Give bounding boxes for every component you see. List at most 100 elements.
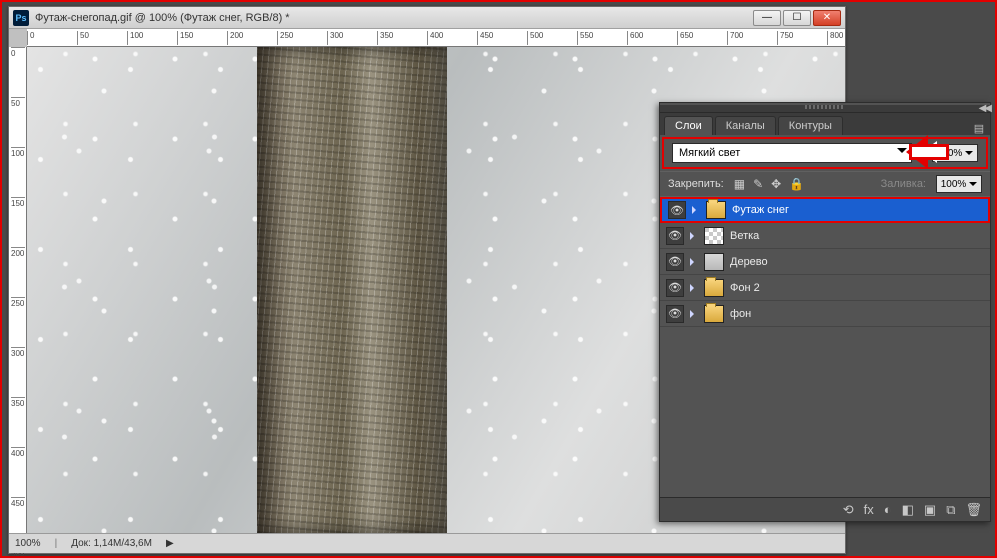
layer-name: фон: [730, 308, 751, 320]
blend-opacity-row: Мягкий свет 100%: [662, 137, 988, 169]
ruler-tick: 100: [127, 31, 143, 45]
panel-tabs: СлоиКаналыКонтуры ▤: [660, 113, 990, 135]
panel-action-icon[interactable]: fx: [864, 502, 874, 517]
ruler-tick: 650: [677, 31, 693, 45]
photoshop-icon: Ps: [13, 10, 29, 26]
maximize-button[interactable]: ☐: [783, 10, 811, 26]
disclosure-triangle-icon[interactable]: [690, 310, 698, 318]
ruler-tick: 500: [527, 31, 543, 45]
ruler-tick: 600: [627, 31, 643, 45]
visibility-toggle[interactable]: 👁: [666, 253, 684, 271]
lock-label: Закрепить:: [668, 178, 724, 190]
ruler-tick: 450: [477, 31, 493, 45]
layer-name: Футаж снег: [732, 204, 789, 216]
ruler-tick: 250: [11, 297, 25, 308]
panel-action-icon[interactable]: ◧: [902, 502, 914, 518]
status-docsize: Док: 1,14M/43,6M: [71, 538, 152, 549]
chevron-down-icon: [897, 148, 907, 158]
layer-row[interactable]: 👁 Футаж снег: [660, 197, 990, 223]
layer-list: 👁 Футаж снег 👁 Ветка 👁 Дерево 👁 Фон 2 👁 фон: [660, 196, 990, 327]
ruler-tick: 450: [11, 497, 25, 508]
panel-spacer: [660, 327, 990, 497]
disclosure-triangle-icon[interactable]: [692, 206, 700, 214]
disclosure-triangle-icon[interactable]: [690, 232, 698, 240]
panel-bottom-bar: ⟲ fx ◐ ◧ ▣ ⧉ 🗑: [660, 497, 990, 521]
ruler-tick: 0: [11, 47, 25, 58]
ruler-tick: 200: [227, 31, 243, 45]
chevron-down-icon: [969, 182, 977, 190]
panel-menu-icon[interactable]: ▤: [968, 122, 990, 135]
panel-action-icon[interactable]: ⧉: [946, 502, 955, 518]
tree-trunk-graphic: [257, 47, 447, 533]
lock-row: Закрепить: ▦ ✎ ✥ 🔒 Заливка: 100%: [660, 171, 990, 196]
ruler-tick: 700: [727, 31, 743, 45]
ruler-tick: 350: [377, 31, 393, 45]
blend-mode-select[interactable]: Мягкий свет: [672, 143, 912, 163]
tab-Каналы[interactable]: Каналы: [715, 116, 776, 135]
ruler-tick: 50: [77, 31, 89, 45]
layer-row[interactable]: 👁 Фон 2: [660, 275, 990, 301]
ruler-tick: 200: [11, 247, 25, 258]
ruler-tick: 400: [11, 447, 25, 458]
visibility-toggle[interactable]: 👁: [666, 305, 684, 323]
layer-thumbnail: [706, 201, 726, 219]
disclosure-triangle-icon[interactable]: [690, 284, 698, 292]
ruler-tick: 250: [277, 31, 293, 45]
visibility-toggle[interactable]: 👁: [666, 227, 684, 245]
panel-action-icon[interactable]: ⟲: [843, 502, 854, 518]
lock-option-icon[interactable]: ▦: [734, 177, 745, 191]
ruler-tick: 0: [27, 31, 34, 45]
ruler-tick: 50: [11, 97, 25, 108]
minimize-button[interactable]: —: [753, 10, 781, 26]
layer-thumbnail: [704, 279, 724, 297]
visibility-toggle[interactable]: 👁: [666, 279, 684, 297]
layer-row[interactable]: 👁 фон: [660, 301, 990, 327]
layer-thumbnail: [704, 227, 724, 245]
titlebar[interactable]: Ps Футаж-снегопад.gif @ 100% (Футаж снег…: [9, 7, 845, 29]
layer-row[interactable]: 👁 Ветка: [660, 223, 990, 249]
layer-row[interactable]: 👁 Дерево: [660, 249, 990, 275]
layer-thumbnail: [704, 305, 724, 323]
lock-option-icon[interactable]: ✎: [753, 177, 763, 191]
panel-action-icon[interactable]: ◐: [884, 502, 892, 517]
tab-Слои[interactable]: Слои: [664, 116, 713, 135]
ruler-tick: 350: [11, 397, 25, 408]
ruler-tick: 800: [827, 31, 843, 45]
layer-thumbnail: [704, 253, 724, 271]
blend-mode-value: Мягкий свет: [679, 147, 740, 159]
opacity-value[interactable]: 100%: [932, 144, 978, 162]
status-divider: |: [55, 538, 58, 549]
ruler-tick: 550: [577, 31, 593, 45]
tab-Контуры[interactable]: Контуры: [778, 116, 843, 135]
layer-name: Фон 2: [730, 282, 760, 294]
window-title: Футаж-снегопад.gif @ 100% (Футаж снег, R…: [35, 12, 753, 24]
panel-grip[interactable]: [660, 105, 990, 113]
disclosure-triangle-icon[interactable]: [690, 258, 698, 266]
ruler-tick: 100: [11, 147, 25, 158]
panel-action-icon[interactable]: 🗑: [965, 502, 982, 518]
lock-icons: ▦ ✎ ✥ 🔒: [734, 177, 804, 191]
ruler-tick: 300: [327, 31, 343, 45]
layer-name: Ветка: [730, 230, 759, 242]
ruler-tick: 150: [11, 197, 25, 208]
layers-panel: СлоиКаналыКонтуры ▤ Мягкий свет 100% Закр…: [659, 102, 991, 522]
visibility-toggle[interactable]: 👁: [668, 201, 686, 219]
ruler-tick: 300: [11, 347, 25, 358]
ruler-horizontal[interactable]: 0 50 100 150 200 250 300 350 400 450 500 550 600 650 7…: [27, 29, 845, 47]
chevron-down-icon: [965, 151, 973, 159]
lock-option-icon[interactable]: 🔒: [789, 177, 804, 191]
lock-option-icon[interactable]: ✥: [771, 177, 781, 191]
status-arrow-icon[interactable]: ▶: [166, 538, 174, 549]
ruler-vertical[interactable]: 050100150200250300350400450500: [9, 47, 27, 533]
ruler-tick: 150: [177, 31, 193, 45]
fill-value[interactable]: 100%: [936, 175, 982, 193]
status-zoom[interactable]: 100%: [15, 538, 41, 549]
panel-collapse-icon[interactable]: ◀◀: [979, 103, 990, 114]
fill-label: Заливка:: [881, 178, 926, 190]
panel-action-icon[interactable]: ▣: [924, 502, 936, 518]
ruler-tick: 750: [777, 31, 793, 45]
ruler-tick: 400: [427, 31, 443, 45]
layer-name: Дерево: [730, 256, 768, 268]
screenshot-frame: Ps Футаж-снегопад.gif @ 100% (Футаж снег…: [0, 0, 997, 558]
close-button[interactable]: ✕: [813, 10, 841, 26]
